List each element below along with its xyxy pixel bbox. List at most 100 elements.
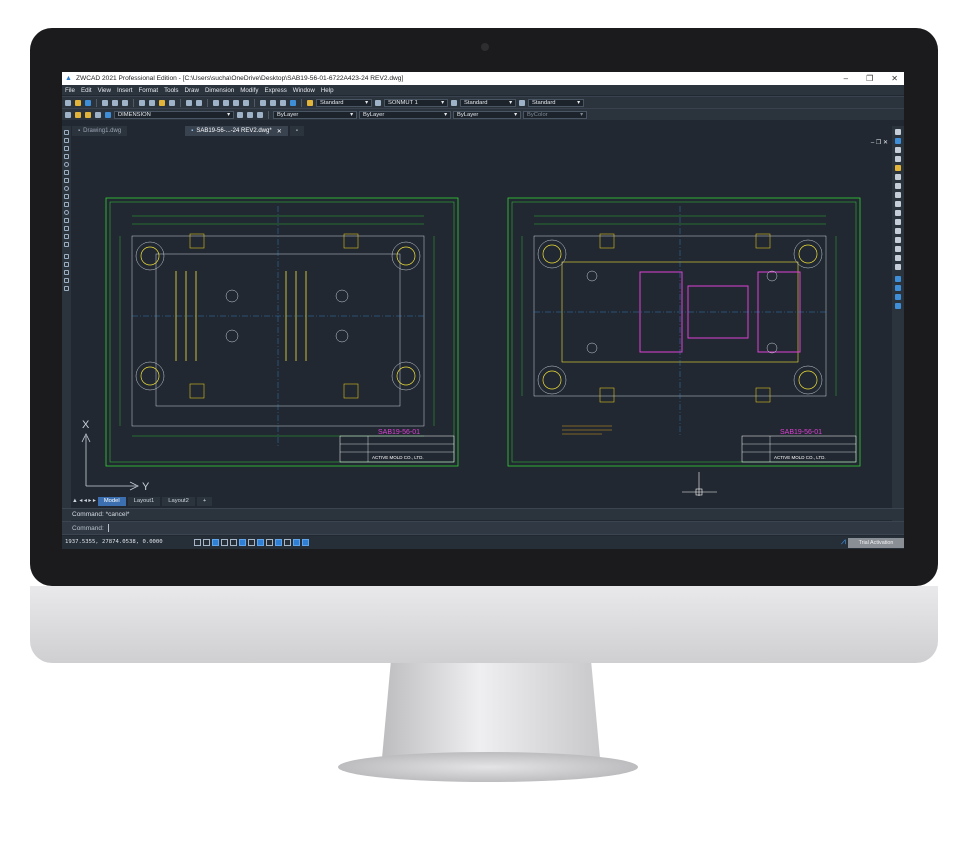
save-icon[interactable] [85, 99, 91, 106]
break-icon[interactable] [895, 228, 901, 234]
stretch-icon[interactable] [895, 201, 901, 207]
make-block-icon[interactable] [64, 234, 69, 239]
copy-object-icon[interactable] [895, 138, 901, 144]
menu-help[interactable]: Help [321, 87, 334, 94]
mtext-icon[interactable] [64, 286, 69, 291]
scale-icon[interactable] [895, 192, 901, 198]
maximize-button[interactable]: ❐ [866, 72, 873, 85]
undo-icon[interactable] [186, 99, 192, 106]
mirror-icon[interactable] [895, 147, 901, 153]
text-style-dropdown[interactable]: Standard ▾ [316, 98, 372, 107]
match-properties-icon[interactable] [169, 99, 175, 106]
viewport-controls[interactable]: – ❐ ✕ [871, 139, 888, 146]
zoom-window-icon[interactable] [233, 99, 239, 106]
redo-icon[interactable] [196, 99, 202, 106]
polyline-icon[interactable] [64, 154, 69, 159]
menu-file[interactable]: File [65, 87, 75, 94]
tab-close-button[interactable]: ✕ [277, 128, 282, 135]
print-icon[interactable] [102, 99, 108, 106]
menu-dimension[interactable]: Dimension [205, 87, 234, 94]
copy-icon[interactable] [149, 99, 155, 106]
publish-icon[interactable] [122, 99, 128, 106]
rotate-icon[interactable] [895, 183, 901, 189]
revcloud-icon[interactable] [64, 194, 69, 199]
line-icon[interactable] [64, 130, 69, 135]
plotstyle-dropdown[interactable]: ByColor ▾ [523, 110, 587, 119]
menu-format[interactable]: Format [138, 87, 158, 94]
menu-window[interactable]: Window [293, 87, 315, 94]
gradient-icon[interactable] [64, 262, 69, 267]
ray-icon[interactable] [64, 138, 69, 143]
layer-dropdown[interactable]: DIMENSION ▾ [114, 110, 234, 119]
hatch-icon[interactable] [64, 254, 69, 259]
command-line[interactable]: Command: [62, 521, 904, 535]
layer-manager-icon[interactable] [65, 111, 71, 118]
array-icon[interactable] [895, 165, 901, 171]
layer-states-icon[interactable] [257, 111, 263, 118]
insert-block-icon[interactable] [64, 226, 69, 231]
zoom-previous-icon[interactable] [243, 99, 249, 106]
ortho-toggle-icon[interactable] [212, 539, 219, 546]
tool-palettes-icon[interactable] [280, 99, 286, 106]
ellipse-arc-icon[interactable] [64, 218, 69, 223]
arc-icon[interactable] [64, 186, 69, 191]
lineweight-toggle-icon[interactable] [266, 539, 273, 546]
bring-front-icon[interactable] [895, 285, 901, 291]
table-style-dropdown[interactable]: Standard ▾ [460, 98, 516, 107]
quick-properties-toggle-icon[interactable] [284, 539, 291, 546]
dyn-input-toggle-icon[interactable] [257, 539, 264, 546]
explode-icon[interactable] [895, 264, 901, 270]
table-icon[interactable] [64, 278, 69, 283]
new-tab-button[interactable]: ▪ [289, 126, 304, 136]
construction-line-icon[interactable] [64, 146, 69, 151]
grid-toggle-icon[interactable] [194, 539, 201, 546]
close-button[interactable]: ✕ [891, 72, 898, 85]
drawing-canvas[interactable]: – ❐ ✕ SAB19-56-01 ACTIVE MOLD CO., LTD. … [72, 136, 892, 496]
properties-icon[interactable] [260, 99, 266, 106]
open-icon[interactable] [75, 99, 81, 106]
paste-icon[interactable] [159, 99, 165, 106]
dim-style-dropdown[interactable]: SONMUT 1 ▾ [384, 98, 448, 107]
tab-active-drawing[interactable]: ▪ SAB19-56-...-24 REV2.dwg* ✕ [185, 126, 288, 136]
layer-previous-icon[interactable] [247, 111, 253, 118]
region-icon[interactable] [64, 270, 69, 275]
first-layout-icon[interactable]: ▲ ◂ ◂ ▸ ▸ [72, 498, 96, 504]
annotation-toggle-icon[interactable] [302, 539, 309, 546]
linetype-dropdown[interactable]: ByLayer ▾ [359, 110, 451, 119]
bring-above-icon[interactable] [895, 303, 901, 309]
circle-icon[interactable] [64, 162, 69, 167]
tab-add-layout[interactable]: + [196, 496, 213, 506]
chamfer-icon[interactable] [895, 246, 901, 252]
menu-edit[interactable]: Edit [81, 87, 92, 94]
rectangle-icon[interactable] [64, 170, 69, 175]
new-icon[interactable] [65, 99, 71, 106]
pan-icon[interactable] [213, 99, 219, 106]
menu-draw[interactable]: Draw [185, 87, 199, 94]
osnap-toggle-icon[interactable] [230, 539, 237, 546]
point-icon[interactable] [64, 242, 69, 247]
extend-icon[interactable] [895, 219, 901, 225]
send-back-icon[interactable] [895, 294, 901, 300]
multileader-style-dropdown[interactable]: Standard ▾ [528, 98, 584, 107]
menu-view[interactable]: View [98, 87, 111, 94]
tab-drawing1[interactable]: ▪ Drawing1.dwg [72, 126, 128, 136]
cut-icon[interactable] [139, 99, 145, 106]
erase-icon[interactable] [895, 129, 901, 135]
offset-icon[interactable] [895, 156, 901, 162]
tab-model[interactable]: Model [97, 496, 126, 506]
preview-icon[interactable] [112, 99, 118, 106]
menu-express[interactable]: Express [264, 87, 286, 94]
selection-cycling-toggle-icon[interactable] [293, 539, 300, 546]
calculator-icon[interactable] [290, 99, 296, 106]
tab-layout1[interactable]: Layout1 [127, 496, 161, 506]
fillet-icon[interactable] [895, 255, 901, 261]
color-dropdown[interactable]: ByLayer ▾ [273, 110, 357, 119]
trim-icon[interactable] [895, 210, 901, 216]
draworder-icon[interactable] [895, 276, 901, 282]
polar-toggle-icon[interactable] [221, 539, 228, 546]
tab-layout2[interactable]: Layout2 [162, 496, 195, 506]
spline-icon[interactable] [64, 202, 69, 207]
polygon-icon[interactable] [64, 178, 69, 183]
lineweight-dropdown[interactable]: ByLayer ▾ [453, 110, 521, 119]
design-center-icon[interactable] [270, 99, 276, 106]
